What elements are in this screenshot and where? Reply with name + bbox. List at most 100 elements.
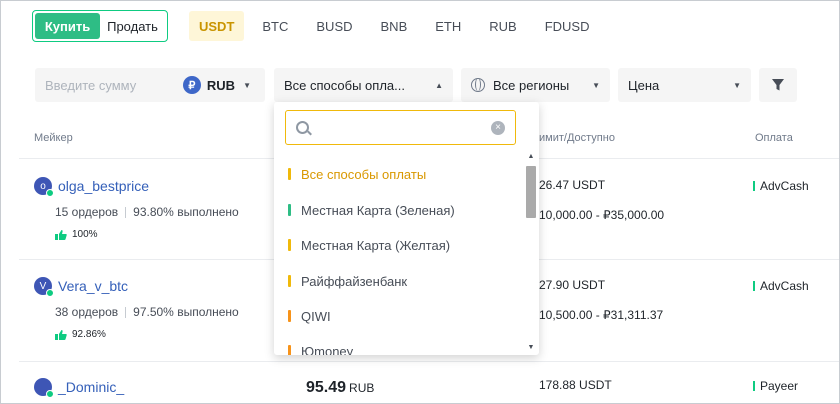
caret-down-icon: ▼ bbox=[592, 80, 600, 90]
payment-option-local-card-green[interactable]: Местная Карта (Зеленая) bbox=[288, 200, 455, 220]
option-color-mark bbox=[288, 168, 291, 180]
divider bbox=[125, 206, 127, 218]
limit-cell: 26.47 USDT 10,000.00 - ₽35,000.00 bbox=[539, 178, 664, 222]
header-limit: имит/Доступно bbox=[539, 132, 615, 144]
completion-rate: 97.50% выполнено bbox=[133, 305, 239, 319]
header-maker: Мейкер bbox=[34, 132, 73, 144]
thumbs-up-icon bbox=[55, 329, 67, 340]
asset-tab-bnb[interactable]: BNB bbox=[371, 11, 418, 41]
limit-range: 10,000.00 - ₽35,000.00 bbox=[539, 208, 665, 222]
caret-up-icon: ▲ bbox=[435, 80, 443, 90]
buy-tab[interactable]: Купить bbox=[35, 13, 100, 39]
online-indicator bbox=[46, 189, 54, 197]
avatar[interactable] bbox=[34, 378, 54, 398]
payment-option-local-card-yellow[interactable]: Местная Карта (Желтая) bbox=[288, 235, 450, 255]
avatar[interactable]: o bbox=[34, 177, 54, 197]
payment-method-name: Payeer bbox=[760, 379, 799, 393]
limit-cell: 27.90 USDT 10,500.00 - ₽31,311.37 bbox=[539, 278, 663, 322]
table-row: _Dominic_ bbox=[34, 378, 124, 398]
payment-option-all[interactable]: Все способы оплаты bbox=[288, 164, 426, 184]
avatar[interactable]: V bbox=[34, 277, 54, 297]
available-amount: 26.47 USDT bbox=[539, 178, 606, 192]
header-payment: Оплата bbox=[755, 132, 793, 144]
option-color-mark bbox=[288, 204, 291, 216]
amount-input[interactable]: Введите сумму ₽ RUB ▼ bbox=[35, 68, 265, 102]
caret-down-icon: ▼ bbox=[243, 80, 251, 90]
asset-tab-btc[interactable]: BTC bbox=[252, 11, 298, 41]
option-color-mark bbox=[288, 345, 291, 355]
clear-icon[interactable]: × bbox=[491, 120, 505, 135]
payment-method-label: Все способы оплa... bbox=[284, 77, 405, 93]
filter-icon bbox=[772, 79, 784, 91]
payment-method-badge: Payeer bbox=[753, 379, 798, 393]
table-row: V Vera_v_btc 38 ордеров 97.50% выполнено… bbox=[34, 277, 239, 340]
trade-side-toggle: Купить Продать bbox=[32, 10, 168, 42]
search-icon bbox=[296, 121, 309, 134]
region-select[interactable]: Все регионы ▼ bbox=[461, 68, 610, 102]
scroll-down-icon[interactable]: ▼ bbox=[526, 344, 536, 351]
price-sort-select[interactable]: Цена ▼ bbox=[618, 68, 751, 102]
option-label: QIWI bbox=[301, 308, 331, 324]
order-count: 15 ордеров bbox=[55, 205, 119, 219]
payment-method-dropdown: × Все способы оплаты Местная Карта (Зеле… bbox=[274, 102, 539, 355]
p2p-page: Купить Продать USDT BTC BUSD BNB ETH RUB… bbox=[0, 0, 840, 404]
filter-button[interactable] bbox=[759, 68, 797, 102]
dropdown-scrollbar[interactable]: ▲ ▼ bbox=[526, 153, 536, 351]
limit-range: 10,500.00 - ₽31,311.37 bbox=[539, 308, 664, 322]
asset-tabs: USDT BTC BUSD BNB ETH RUB FDUSD bbox=[189, 10, 607, 42]
completion-rate: 93.80% выполнено bbox=[133, 205, 239, 219]
payment-color-bar bbox=[753, 281, 755, 291]
positive-rating: 100% bbox=[72, 229, 98, 240]
option-label: Местная Карта (Зеленая) bbox=[301, 202, 455, 218]
divider bbox=[19, 361, 839, 362]
maker-name[interactable]: Vera_v_btc bbox=[58, 278, 128, 294]
ruble-icon: ₽ bbox=[182, 76, 201, 94]
asset-tab-fdusd[interactable]: FDUSD bbox=[535, 11, 600, 41]
table-row: o olga_bestprice 15 ордеров 93.80% выпол… bbox=[34, 177, 239, 240]
currency-select[interactable]: ₽ RUB ▼ bbox=[182, 76, 251, 94]
maker-name[interactable]: olga_bestprice bbox=[58, 178, 149, 194]
online-indicator bbox=[46, 289, 54, 297]
online-indicator bbox=[46, 390, 54, 398]
payment-method-badge: AdvCash bbox=[753, 279, 809, 293]
amount-placeholder: Введите сумму bbox=[45, 77, 137, 93]
scroll-up-icon[interactable]: ▲ bbox=[526, 153, 536, 160]
price-value: 95.49 bbox=[306, 379, 347, 396]
option-label: Местная Карта (Желтая) bbox=[301, 237, 451, 253]
currency-label: RUB bbox=[206, 77, 236, 93]
payment-method-name: AdvCash bbox=[760, 279, 809, 293]
payment-option-yoomoney[interactable]: Юmoney bbox=[288, 341, 353, 355]
payment-option-raiffeisen[interactable]: Райффайзенбанк bbox=[288, 271, 407, 291]
asset-tab-rub[interactable]: RUB bbox=[479, 11, 526, 41]
asset-tab-busd[interactable]: BUSD bbox=[306, 11, 362, 41]
caret-down-icon: ▼ bbox=[733, 80, 741, 90]
payment-search-input[interactable]: × bbox=[285, 110, 516, 145]
payment-method-select[interactable]: Все способы оплa... ▲ bbox=[274, 68, 453, 102]
option-label: Все способы оплаты bbox=[301, 166, 427, 182]
asset-tab-usdt[interactable]: USDT bbox=[189, 11, 245, 41]
maker-name[interactable]: _Dominic_ bbox=[58, 379, 124, 395]
globe-icon bbox=[471, 78, 485, 92]
available-amount: 178.88 USDT bbox=[539, 378, 612, 392]
asset-tab-eth[interactable]: ETH bbox=[425, 11, 471, 41]
payment-method-name: AdvCash bbox=[760, 179, 809, 193]
divider bbox=[125, 306, 127, 318]
offer-price: 95.49 RUB bbox=[306, 379, 374, 397]
payment-color-bar bbox=[753, 181, 755, 191]
scrollbar-thumb[interactable] bbox=[526, 166, 536, 218]
order-count: 38 ордеров bbox=[55, 305, 119, 319]
thumbs-up-icon bbox=[55, 229, 67, 240]
option-label: Юmoney bbox=[301, 343, 354, 356]
sell-tab[interactable]: Продать bbox=[100, 13, 165, 39]
option-color-mark bbox=[288, 275, 291, 287]
payment-option-qiwi[interactable]: QIWI bbox=[288, 306, 331, 326]
option-color-mark bbox=[288, 239, 291, 251]
region-label: Все регионы bbox=[493, 77, 570, 93]
option-color-mark bbox=[288, 310, 291, 322]
price-unit: RUB bbox=[349, 381, 375, 395]
payment-method-badge: AdvCash bbox=[753, 179, 809, 193]
available-amount: 27.90 USDT bbox=[539, 278, 606, 292]
price-sort-label: Цена bbox=[628, 77, 660, 93]
option-label: Райффайзенбанк bbox=[301, 273, 408, 289]
positive-rating: 92.86% bbox=[72, 329, 106, 340]
